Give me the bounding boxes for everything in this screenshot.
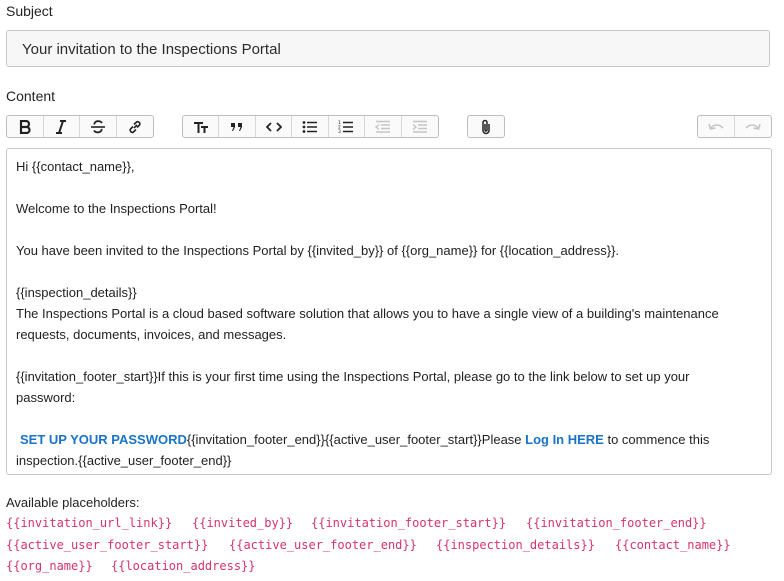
numbered-list-icon: 123 [338,120,354,134]
redo-button[interactable] [735,116,771,137]
subject-input[interactable]: Your invitation to the Inspections Porta… [6,30,770,67]
outdent-button[interactable] [365,116,402,137]
placeholder-token[interactable]: {{location_address}} [111,559,256,573]
editor-line: The Inspections Portal is a cloud based … [16,306,719,321]
heading-icon [193,120,209,134]
bullet-list-icon [302,120,318,134]
content-editor[interactable]: Hi {{contact_name}}, Welcome to the Insp… [6,148,772,475]
setup-password-link[interactable]: SET UP YOUR PASSWORD [20,432,187,447]
login-link[interactable]: Log In HERE [525,432,604,447]
placeholder-token[interactable]: {{active_user_footer_end}} [229,538,417,552]
editor-line: requests, documents, invoices, and messa… [16,327,287,342]
placeholder-token[interactable]: {{invitation_url_link}} [6,516,172,530]
bold-button[interactable] [7,116,44,137]
quote-icon [230,121,244,133]
content-label: Content [6,88,56,104]
editor-line: Hi {{contact_name}}, [16,159,135,174]
editor-text: to commence this [603,432,710,447]
block-format-group: 123 [182,115,439,138]
editor-text: {{invitation_footer_end}}{{active_user_f… [186,432,526,447]
text-style-group [6,115,154,138]
placeholder-token[interactable]: {{inspection_details}} [436,538,595,552]
svg-text:3: 3 [338,129,341,134]
code-icon [265,121,282,133]
italic-button[interactable] [44,116,80,137]
placeholders-label: Available placeholders: [6,495,140,510]
placeholder-token[interactable]: {{invitation_footer_end}} [526,516,707,530]
attach-icon [480,119,492,135]
history-group [697,115,772,138]
placeholder-token[interactable]: {{invited_by}} [192,516,293,530]
bullet-list-button[interactable] [292,116,329,137]
indent-icon [412,120,428,134]
quote-button[interactable] [219,116,256,137]
placeholder-token[interactable]: {{org_name}} [6,559,93,573]
editor-line: SET UP YOUR PASSWORD{{invitation_footer_… [16,429,762,450]
italic-icon [54,119,68,134]
attach-button[interactable] [468,116,504,137]
placeholder-token[interactable]: {{active_user_footer_start}} [6,538,208,552]
placeholder-token[interactable]: {{contact_name}} [615,538,731,552]
strikethrough-icon [90,119,106,134]
editor-line: password: [16,390,76,405]
editor-line: Welcome to the Inspections Portal! [16,201,217,216]
editor-line: inspection.{{active_user_footer_end}} [16,453,232,468]
placeholder-token[interactable]: {{invitation_footer_start}} [311,516,506,530]
editor-line: {{inspection_details}} [16,285,137,300]
attachment-group [467,115,505,138]
redo-icon [744,121,762,133]
subject-label: Subject [6,3,53,19]
indent-button[interactable] [402,116,438,137]
strikethrough-button[interactable] [80,116,117,137]
link-button[interactable] [117,116,153,137]
numbered-list-button[interactable]: 123 [329,116,366,137]
outdent-icon [374,120,391,134]
bold-icon [18,119,32,134]
heading-button[interactable] [183,116,220,137]
editor-line: You have been invited to the Inspections… [16,243,620,258]
link-icon [127,119,143,135]
undo-button[interactable] [698,116,735,137]
code-button[interactable] [256,116,293,137]
editor-line: {{invitation_footer_start}}If this is yo… [16,369,690,384]
undo-icon [707,121,725,133]
